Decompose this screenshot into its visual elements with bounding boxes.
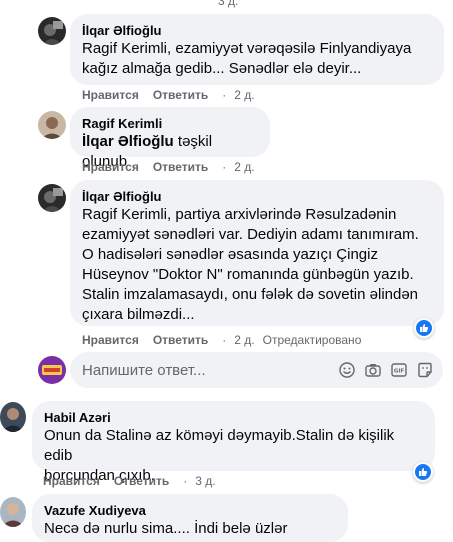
- avatar[interactable]: [38, 184, 66, 212]
- separator: ·: [183, 474, 188, 488]
- reply-button[interactable]: Ответить: [153, 160, 208, 174]
- composer-icons: GIF: [339, 362, 443, 378]
- like-button[interactable]: Нравится: [82, 333, 139, 347]
- top-meta: 3 д.: [218, 0, 238, 8]
- reply-composer[interactable]: Напишите ответ... GIF: [70, 352, 443, 388]
- comment-line: çıxara bilməzdi...: [82, 306, 195, 323]
- comment-bubble: İlqar Əlfioğlu Ragif Kerimli, partiya ar…: [70, 180, 444, 326]
- avatar[interactable]: [38, 356, 66, 384]
- sticker-icon[interactable]: [417, 362, 433, 378]
- comment-line: ezamiyyət sənədləri var. Dediyin adamı t…: [82, 226, 419, 243]
- comment-time[interactable]: 2 д.: [234, 160, 254, 174]
- comment-actions: Нравится Ответить · 2 д. Отредактировано: [82, 333, 361, 347]
- like-button[interactable]: Нравится: [43, 474, 100, 488]
- comment-line: Stalin imzalamasaydı, onu fələk də sovet…: [82, 286, 419, 303]
- reply-author[interactable]: Habil Azəri: [44, 409, 423, 426]
- like-button[interactable]: Нравится: [82, 88, 139, 102]
- reply-button[interactable]: Ответить: [153, 333, 208, 347]
- comment-line: Hüseynov "Doktor N" romanında günbəgün y…: [82, 266, 414, 283]
- comment-author[interactable]: Ragif Kerimli: [82, 115, 258, 132]
- separator: ·: [222, 333, 227, 347]
- reply-line: Necə də nurlu sima.... İndi belə üzlər q…: [44, 520, 288, 542]
- avatar[interactable]: [38, 17, 66, 45]
- gif-icon[interactable]: GIF: [391, 362, 407, 378]
- reply-bubble: Habil Azəri Onun da Stalinə az köməyi də…: [32, 401, 435, 484]
- comment-line: kağız almağa gedib... Sənədlər elə deyir…: [82, 60, 362, 77]
- comment-line: Ragif Kerimli, partiya arxivlərində Rəsu…: [82, 206, 397, 223]
- avatar[interactable]: [38, 111, 66, 139]
- like-button[interactable]: Нравится: [82, 160, 139, 174]
- separator: ·: [222, 160, 227, 174]
- comment-time: 3 д.: [218, 0, 239, 8]
- comment-bubble: İlqar Əlfioğlu Ragif Kerimli, ezamiyyət …: [70, 14, 444, 85]
- comment-time[interactable]: 2 д.: [234, 88, 254, 102]
- like-reaction[interactable]: [413, 462, 433, 482]
- comment-author[interactable]: İlqar Əlfioğlu: [82, 188, 432, 205]
- thumbs-up-icon: [416, 320, 432, 336]
- comment-line: Ragif Kerimli, ezamiyyət vərəqəsilə Finl…: [82, 40, 412, 57]
- separator: ·: [222, 88, 227, 102]
- reply-input[interactable]: Напишите ответ...: [82, 362, 339, 379]
- reply-button[interactable]: Ответить: [153, 88, 208, 102]
- reply-time[interactable]: 3 д.: [195, 474, 215, 488]
- reply-bubble: Vazufe Xudiyeva Necə də nurlu sima.... İ…: [32, 494, 348, 542]
- reply-author[interactable]: Vazufe Xudiyeva: [44, 502, 336, 519]
- comment-line: O hadisələri sənədlər əsasında yazıçı Çi…: [82, 246, 378, 263]
- comment-bubble: Ragif Kerimli İlqar Əlfioğlu təşkil olun…: [70, 107, 270, 170]
- avatar[interactable]: [0, 402, 26, 432]
- thumbs-up-icon: [415, 464, 431, 480]
- avatar[interactable]: [0, 497, 26, 527]
- camera-icon[interactable]: [365, 362, 381, 378]
- comment-author[interactable]: İlqar Əlfioğlu: [82, 22, 432, 39]
- edited-label: Отредактировано: [262, 333, 362, 347]
- comment-time[interactable]: 2 д.: [234, 333, 254, 347]
- gif-label: GIF: [394, 369, 405, 375]
- comment-actions: Нравится Ответить · 2 д.: [82, 88, 255, 102]
- like-reaction[interactable]: [414, 318, 434, 338]
- reply-actions: Нравится Ответить · 3 д.: [43, 474, 216, 488]
- emoji-icon[interactable]: [339, 362, 355, 378]
- mention-link[interactable]: İlqar Əlfioğlu: [82, 133, 174, 150]
- comment-actions: Нравится Ответить · 2 д.: [82, 160, 255, 174]
- reply-line: Onun da Stalinə az köməyi dəymayib.Stali…: [44, 427, 395, 464]
- reply-button[interactable]: Ответить: [114, 474, 169, 488]
